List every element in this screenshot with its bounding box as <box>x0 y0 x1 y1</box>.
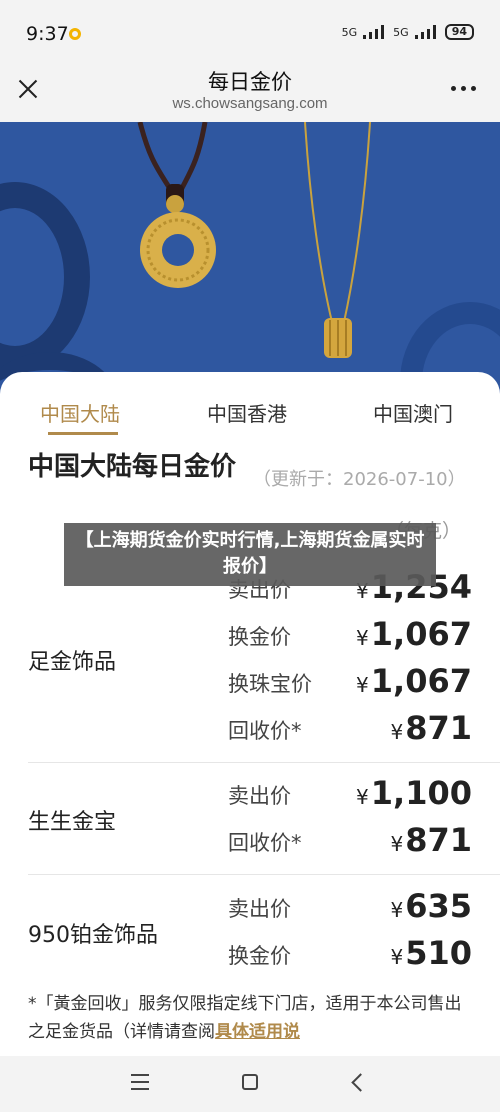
signal-label-1: 5G <box>341 25 358 39</box>
updated-time: （更新于：2026-07-10） <box>253 469 466 490</box>
gold-price-card: 中国大陆 中国香港 中国澳门 中国大陆每日金价 （更新于：2026-07-10）… <box>0 372 500 1060</box>
price-value: ¥871 <box>390 821 472 859</box>
status-bar: 9:37 5G 5G 94 <box>0 0 500 64</box>
menu-icon[interactable] <box>131 1074 149 1090</box>
divider <box>28 762 500 763</box>
price-value: ¥871 <box>390 709 472 747</box>
section-title: 中国大陆每日金价 <box>28 452 237 482</box>
status-time: 9:37 <box>26 23 69 45</box>
tab-macau[interactable]: 中国澳门 <box>373 398 453 427</box>
notification-icon <box>69 28 81 40</box>
active-tab-indicator <box>48 432 118 435</box>
browser-header: 每日金价 ws.chowsangsang.com <box>0 64 500 122</box>
hero-image <box>0 122 500 402</box>
price-type: 卖出价 <box>228 784 291 808</box>
price-value: ¥1,067 <box>356 615 472 653</box>
signal-label-2: 5G <box>393 25 409 39</box>
tab-mainland[interactable]: 中国大陆 <box>40 398 120 427</box>
status-indicators: 5G 5G 94 <box>342 24 474 40</box>
tab-hongkong[interactable]: 中国香港 <box>207 398 287 427</box>
footnote: *「黃金回收」服务仅限指定线下门店，适用于本公司售出之足金货品（详情请查阅具体适… <box>28 990 474 1046</box>
divider <box>28 874 500 875</box>
price-value: ¥635 <box>390 887 472 925</box>
price-value: ¥510 <box>390 934 472 972</box>
jewelry-illustration <box>137 122 371 358</box>
home-icon[interactable] <box>242 1074 258 1090</box>
signal-icon-2 <box>414 25 439 39</box>
price-type: 卖出价 <box>228 897 291 921</box>
page-title: 每日金价 <box>208 70 292 94</box>
signal-icon <box>363 25 387 39</box>
price-value: ¥1,100 <box>356 774 472 812</box>
back-icon[interactable] <box>351 1073 370 1092</box>
product-name: 生生金宝 <box>28 810 117 835</box>
price-type: 换珠宝价 <box>228 672 312 696</box>
product-name: 950铂金饰品 <box>28 923 158 948</box>
battery-icon: 94 <box>444 24 474 40</box>
price-type: 换金价 <box>228 625 291 649</box>
product-name: 足金饰品 <box>28 650 117 675</box>
caption-overlay: 【上海期货金价实时行情,上海期货金属实时报价】 <box>64 523 436 586</box>
more-icon[interactable] <box>451 86 476 91</box>
price-type: 回收价* <box>228 831 302 855</box>
page-url: ws.chowsangsang.com <box>172 95 328 112</box>
price-type: 换金价 <box>228 944 291 968</box>
price-value: ¥1,067 <box>356 662 472 700</box>
region-tabs: 中国大陆 中国香港 中国澳门 <box>0 372 500 442</box>
price-type: 回收价* <box>228 719 302 743</box>
footnote-link[interactable]: 具体适用说 <box>215 1022 300 1042</box>
caption-text: 【上海期货金价实时行情,上海期货金属实时报价】 <box>75 530 425 577</box>
system-nav-bar <box>0 1056 500 1112</box>
